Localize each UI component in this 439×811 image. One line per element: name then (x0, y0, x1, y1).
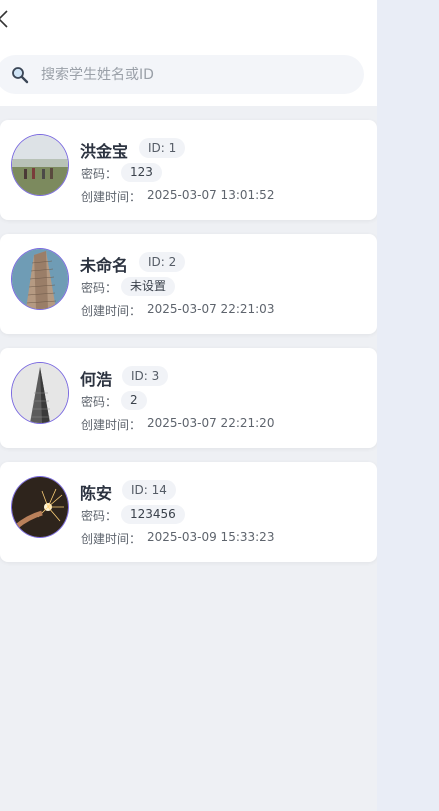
back-button[interactable] (0, 9, 12, 33)
created-label: 创建时间： (81, 190, 142, 204)
password-label: 密码： (81, 509, 118, 523)
student-name: 洪金宝 (80, 142, 129, 161)
search-icon (10, 65, 30, 85)
student-id-badge: ID: 2 (139, 252, 186, 272)
avatar (11, 134, 69, 196)
top-bar (0, 0, 377, 106)
created-time: 2025-03-07 22:21:03 (147, 302, 275, 316)
student-card[interactable]: 何浩 ID: 3 密码： 2 创建时间： 2025-03-07 22:21:20 (0, 348, 377, 448)
created-time: 2025-03-07 22:21:20 (147, 416, 275, 430)
password-label: 密码： (81, 281, 118, 295)
avatar (11, 362, 69, 424)
student-name: 未命名 (80, 256, 129, 275)
student-card[interactable]: 陈安 ID: 14 密码： 123456 创建时间： 2025-03-09 15… (0, 462, 377, 562)
created-label: 创建时间： (81, 532, 142, 546)
created-time: 2025-03-07 13:01:52 (147, 188, 275, 202)
student-name: 何浩 (80, 370, 113, 389)
password-value: 123456 (121, 505, 185, 524)
student-id-badge: ID: 14 (122, 480, 176, 500)
student-card[interactable]: 洪金宝 ID: 1 密码： 123 创建时间： 2025-03-07 13:01… (0, 120, 377, 220)
created-label: 创建时间： (81, 418, 142, 432)
back-arrow-icon (0, 10, 9, 32)
created-label: 创建时间： (81, 304, 142, 318)
password-label: 密码： (81, 167, 118, 181)
password-value: 未设置 (121, 277, 176, 296)
search-input[interactable] (39, 58, 343, 91)
student-id-badge: ID: 3 (122, 366, 169, 386)
password-value: 123 (121, 163, 162, 182)
avatar (11, 248, 69, 310)
student-name: 陈安 (80, 484, 113, 503)
avatar (11, 476, 69, 538)
password-value: 2 (121, 391, 147, 410)
search-box[interactable] (0, 55, 364, 94)
right-pane (377, 0, 439, 811)
student-id-badge: ID: 1 (139, 138, 186, 158)
password-label: 密码： (81, 395, 118, 409)
student-list-panel: 洪金宝 ID: 1 密码： 123 创建时间： 2025-03-07 13:01… (0, 0, 377, 811)
student-card[interactable]: 未命名 ID: 2 密码： 未设置 创建时间： 2025-03-07 22:21… (0, 234, 377, 334)
created-time: 2025-03-09 15:33:23 (147, 530, 275, 544)
